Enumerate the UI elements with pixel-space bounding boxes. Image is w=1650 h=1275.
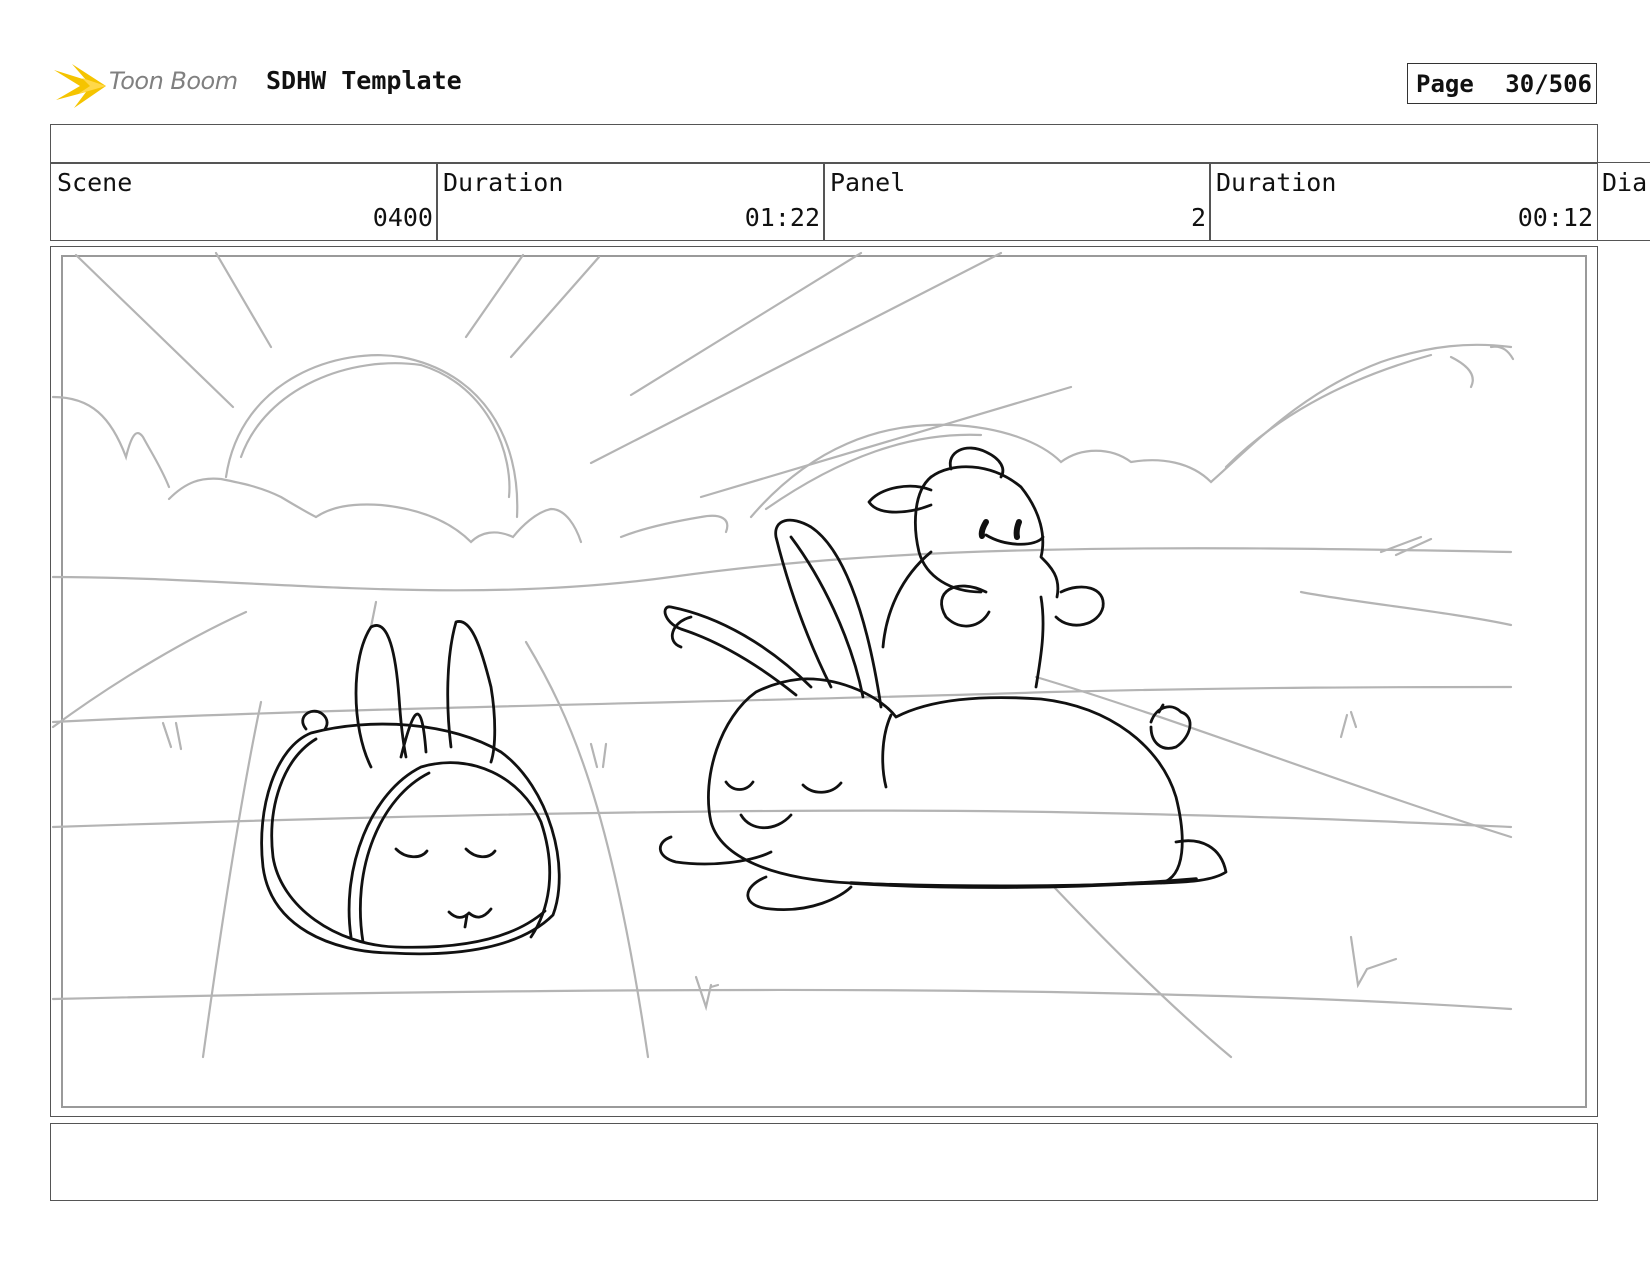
dialog-cell: Dia xyxy=(1596,162,1650,241)
dialog-label: Dia xyxy=(1602,168,1648,197)
panel-label: Panel xyxy=(830,168,906,197)
page-number: 30/506 xyxy=(1505,70,1592,98)
logo-text: Toon Boom xyxy=(109,67,238,95)
scene-label: Scene xyxy=(57,168,133,197)
panel-info-row: Scene 0400 Duration 01:22 Panel 2 Durati… xyxy=(50,162,1650,241)
scene-cell: Scene 0400 xyxy=(50,162,438,241)
bunny-sketch xyxy=(260,446,1228,956)
panel-cell: Panel 2 xyxy=(823,162,1211,241)
header-strip xyxy=(50,124,1598,164)
action-notes-box xyxy=(50,1123,1598,1201)
panel-sketch xyxy=(51,251,1515,1059)
storyboard-panel xyxy=(50,246,1598,1117)
panel-duration-value: 00:12 xyxy=(1517,203,1593,232)
toon-boom-logo: Toon Boom xyxy=(52,56,252,112)
star-burst-icon xyxy=(54,64,106,108)
project-title: SDHW Template xyxy=(266,66,462,95)
scene-duration-cell: Duration 01:22 xyxy=(436,162,825,241)
scene-value: 0400 xyxy=(372,203,433,232)
panel-duration-cell: Duration 00:12 xyxy=(1209,162,1598,241)
panel-duration-label: Duration xyxy=(1216,168,1337,197)
page-label: Page xyxy=(1416,70,1474,98)
page-counter: Page 30/506 xyxy=(1407,63,1597,104)
scene-duration-label: Duration xyxy=(443,168,564,197)
scene-duration-value: 01:22 xyxy=(744,203,820,232)
panel-value: 2 xyxy=(1190,203,1206,232)
background-sketch xyxy=(51,251,1515,1059)
